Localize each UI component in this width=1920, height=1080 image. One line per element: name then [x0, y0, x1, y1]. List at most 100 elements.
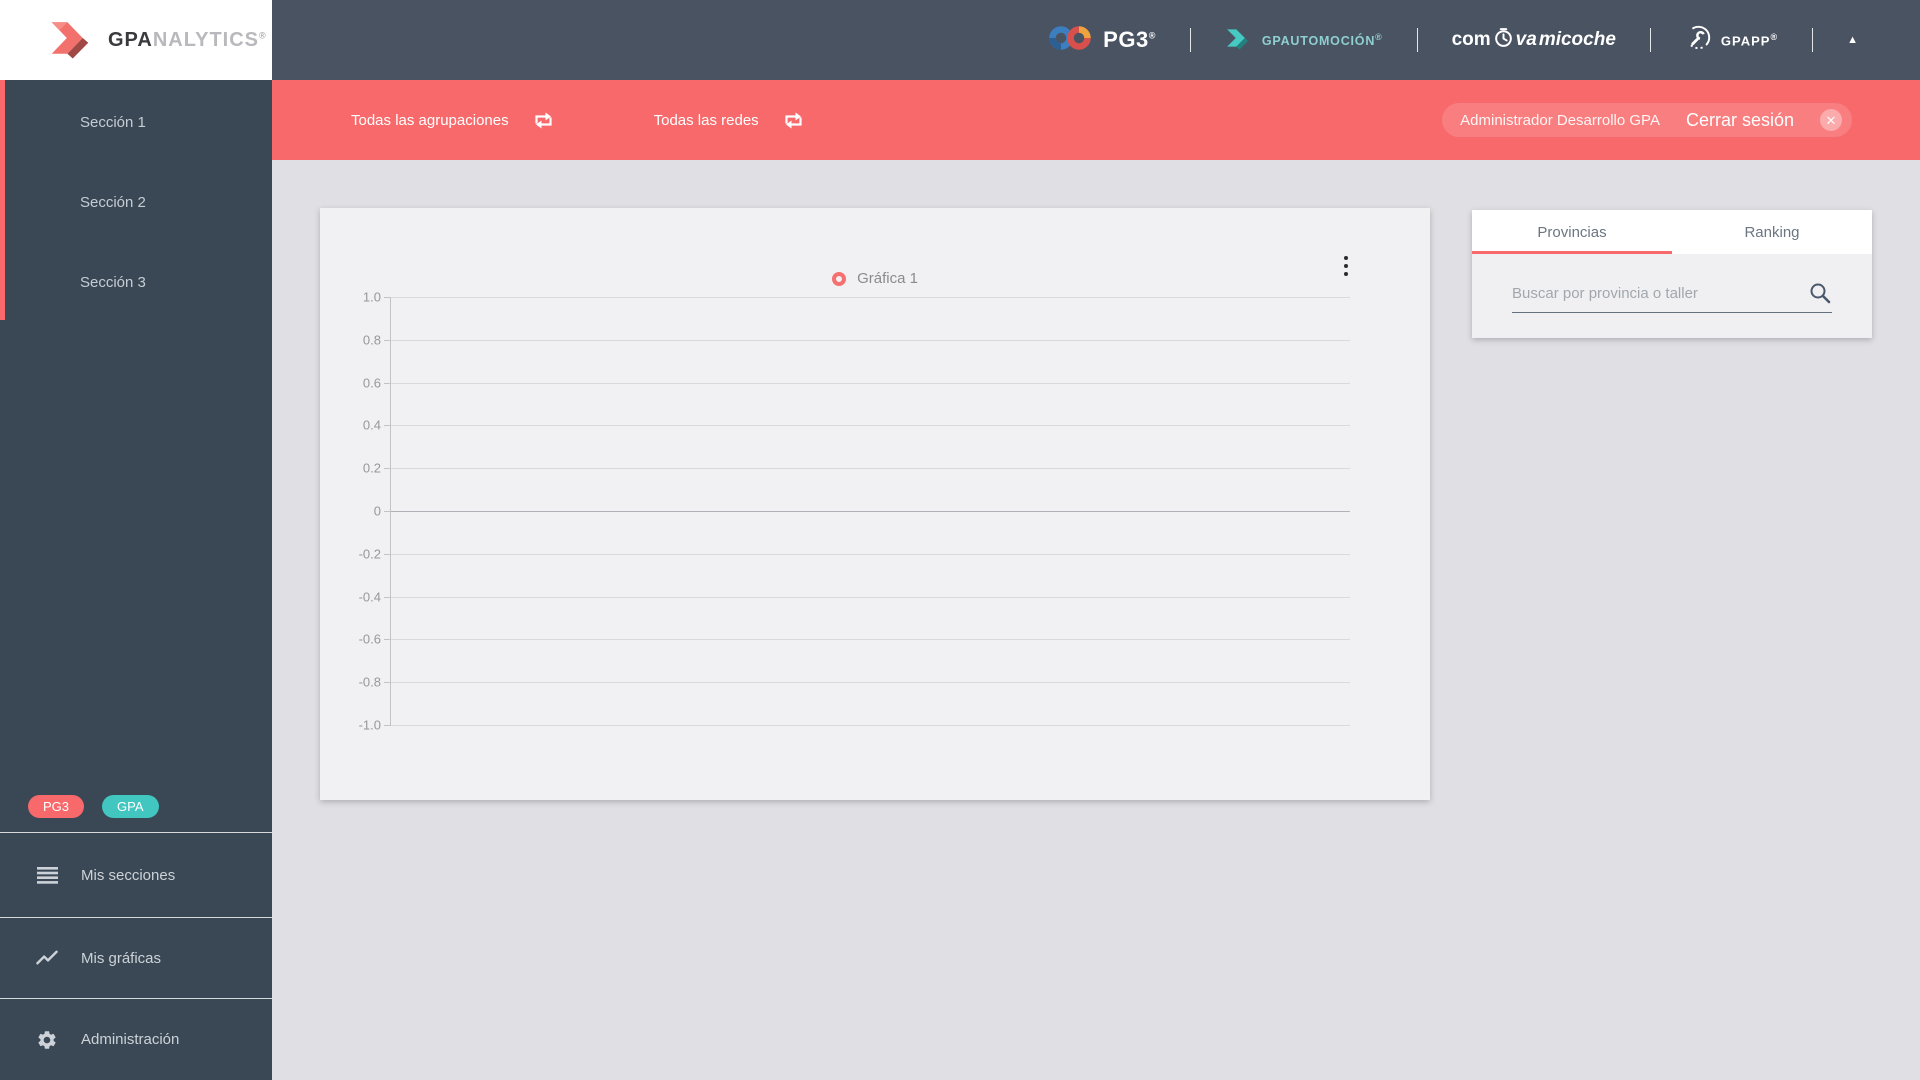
- y-axis-tick: [384, 339, 391, 341]
- pg3-registered-mark: ®: [1148, 30, 1156, 41]
- top-header: PG3® GPAUTOMOCIÓN® com va micoche GPAPP®…: [272, 0, 1920, 80]
- pg3-logo: PG3®: [1048, 23, 1156, 58]
- y-axis-tick-label: -0.8: [358, 674, 381, 690]
- chart-gridline: [391, 682, 1350, 684]
- groups-filter[interactable]: Todas las agrupaciones: [351, 112, 509, 129]
- comprova-va-text: va: [1515, 29, 1537, 50]
- chart-plot-area: 1.0 0.8 0.6 0.4 0.2 0 -0.2 -0.4 -0.6 -0.8 -1.0: [359, 290, 1350, 733]
- pg3-badge[interactable]: PG3: [28, 794, 85, 818]
- chart-card: Gráfica 1 1.0 0.8 0.6 0.4 0.2 0 -0.2 -0.4 -0.6 -0…: [320, 208, 1430, 800]
- gpanalytics-registered-mark: ®: [259, 29, 267, 40]
- y-axis-tick: [384, 297, 391, 298]
- sidebar-item-seccion-1[interactable]: Sección 1: [0, 82, 272, 162]
- y-axis-tick: [384, 511, 391, 512]
- chart-options-kebab-icon[interactable]: [1340, 252, 1352, 280]
- y-axis-tick: [384, 553, 391, 555]
- sidebar-item-administracion[interactable]: Administración: [0, 998, 272, 1080]
- comprovamicoche-logo: com va micoche: [1452, 27, 1616, 54]
- y-axis-tick: [384, 425, 391, 427]
- y-axis-tick: [384, 639, 391, 641]
- chart-line-icon: [36, 949, 58, 967]
- y-axis-tick: [384, 382, 391, 384]
- main-content: Gráfica 1 1.0 0.8 0.6 0.4 0.2 0 -0.2 -0.4 -0.6 -0…: [272, 160, 1920, 1080]
- sidebar-item-label: Mis secciones: [81, 866, 176, 884]
- comprova-micoche-text: micoche: [1538, 29, 1616, 50]
- gpautomocion-label: GPAUTOMOCIÓN®: [1261, 31, 1383, 49]
- tab-ranking[interactable]: Ranking: [1672, 210, 1872, 254]
- sidebar-item-label: Mis gráficas: [81, 949, 162, 967]
- filter-bar: Todas las agrupaciones Todas las redes A…: [272, 80, 1920, 160]
- chart-gridline: [391, 425, 1350, 427]
- chart-gridline: [391, 297, 1350, 298]
- y-axis-tick: [384, 468, 391, 470]
- sidebar-item-seccion-3[interactable]: Sección 3: [0, 242, 272, 322]
- logout-close-icon[interactable]: ✕: [1820, 109, 1842, 131]
- header-divider: [1416, 28, 1418, 52]
- y-axis-tick-label: 0.8: [362, 332, 381, 348]
- sidebar-active-indicator: [0, 80, 5, 320]
- y-axis-tick-label: -0.4: [358, 589, 381, 605]
- header-divider: [1189, 28, 1191, 52]
- chart-gridline: [391, 553, 1350, 555]
- logout-button[interactable]: Cerrar sesión: [1686, 110, 1794, 131]
- sidebar-bottom: PG3 GPA Mis secciones Mis gráficas Admin…: [0, 780, 272, 1080]
- header-divider: [1649, 28, 1651, 52]
- chart-gridline: [391, 596, 1350, 598]
- search-field: [1512, 274, 1832, 313]
- gpapp-label: GPAPP®: [1720, 31, 1779, 49]
- clock-icon: [1493, 27, 1514, 54]
- active-tab-indicator: [1472, 251, 1672, 254]
- sidebar-item-mis-graficas[interactable]: Mis gráficas: [0, 917, 272, 998]
- chart-gridline: [391, 511, 1350, 512]
- collapse-caret-icon[interactable]: ▲: [1847, 34, 1858, 46]
- y-axis-tick-label: 0.6: [362, 375, 381, 391]
- y-axis-tick-label: -1.0: [358, 717, 381, 733]
- chart-gridline: [391, 339, 1350, 341]
- swap-groups-icon[interactable]: [533, 111, 554, 130]
- legend-series-label: Gráfica 1: [857, 270, 918, 287]
- gpautomocion-arrow-icon: [1225, 24, 1253, 57]
- gpapp-wrench-icon: [1685, 24, 1712, 56]
- gpanalytics-arrow-icon: [46, 14, 98, 67]
- search-icon[interactable]: [1808, 281, 1832, 305]
- y-axis-tick: [384, 682, 391, 684]
- sidebar-badges: PG3 GPA: [0, 780, 272, 832]
- gpautomocion-registered-mark: ®: [1375, 31, 1383, 42]
- sidebar-item-label: Administración: [81, 1031, 180, 1048]
- swap-networks-icon[interactable]: [783, 111, 804, 130]
- chart-gridline: [391, 382, 1350, 384]
- sidebar: Sección 1 Sección 2 Sección 3 PG3 GPA Mi…: [0, 80, 272, 1080]
- chart-gridline: [391, 725, 1350, 726]
- search-input[interactable]: [1512, 284, 1808, 302]
- app-logo: GPANALYTICS®: [0, 0, 272, 80]
- pg3-label: PG3®: [1103, 27, 1156, 52]
- sidebar-item-mis-secciones[interactable]: Mis secciones: [0, 832, 272, 917]
- tab-provincias[interactable]: Provincias: [1472, 210, 1672, 254]
- list-icon: [36, 866, 58, 884]
- sidebar-item-seccion-2[interactable]: Sección 2: [0, 162, 272, 242]
- y-axis-tick-label: 0: [373, 503, 381, 519]
- user-session-pill: Administrador Desarrollo GPA Cerrar sesi…: [1442, 103, 1852, 137]
- pg3-infinity-icon: [1048, 23, 1094, 58]
- gear-icon: [36, 1029, 58, 1051]
- logged-user-name: Administrador Desarrollo GPA: [1460, 111, 1660, 129]
- y-axis-tick: [384, 725, 391, 726]
- chart-legend[interactable]: Gráfica 1: [320, 270, 1430, 287]
- gpapp-logo: GPAPP®: [1685, 24, 1778, 56]
- chart-gridline: [391, 639, 1350, 641]
- gpautomocion-logo: GPAUTOMOCIÓN®: [1225, 24, 1383, 57]
- header-divider: [1812, 28, 1814, 52]
- gpapp-registered-mark: ®: [1770, 31, 1779, 42]
- panel-tabs: Provincias Ranking: [1472, 210, 1872, 254]
- y-axis-tick-label: 1.0: [362, 289, 381, 305]
- y-axis-tick: [384, 596, 391, 598]
- y-axis-tick-label: 0.4: [362, 417, 381, 433]
- chart-gridline: [391, 468, 1350, 470]
- y-axis-tick-label: -0.2: [358, 546, 381, 562]
- gpa-badge[interactable]: GPA: [102, 794, 159, 818]
- gpanalytics-wordmark: GPANALYTICS®: [108, 28, 267, 51]
- legend-marker-icon: [832, 271, 847, 286]
- y-axis-tick-label: -0.6: [358, 631, 381, 647]
- sidebar-section-list: Sección 1 Sección 2 Sección 3: [0, 82, 272, 322]
- networks-filter[interactable]: Todas las redes: [654, 112, 759, 129]
